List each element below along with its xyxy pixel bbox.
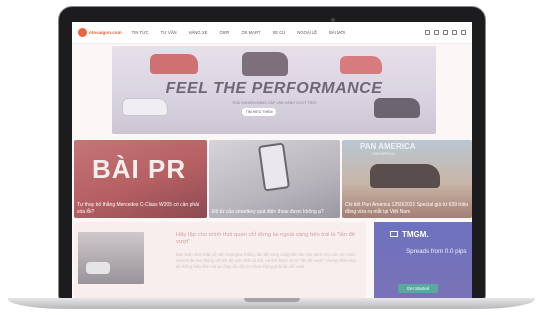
nav-item-ospi[interactable]: OSPI: [219, 30, 229, 35]
ad-text: Spreads from 0.0 pips: [406, 248, 467, 255]
nav-item-xe-cu[interactable]: XE CŨ: [272, 30, 285, 35]
nav-item-hang-xe[interactable]: HÃNG XE: [189, 30, 208, 35]
ad-button[interactable]: Get Started: [398, 284, 438, 293]
logo-text: otosaigon.com: [89, 30, 122, 35]
ad-brand: TMGM.: [402, 230, 429, 239]
search-icon[interactable]: [461, 30, 466, 35]
card-title[interactable]: Chi tiết Pan America 1250/2021 Special g…: [345, 202, 469, 215]
user-icon[interactable]: [452, 30, 457, 35]
nav-item-tu-van[interactable]: TƯ VẤN: [161, 30, 177, 35]
banner-subline: TRẢI NGHIỆM ĐẲNG CẤP VẬN HÀNH VƯỢT TRỘI: [231, 101, 317, 105]
banner-button[interactable]: TÌM HIỂU THÊM: [242, 108, 276, 116]
side-ad[interactable]: TMGM. Spreads from 0.0 pips Get Started: [374, 222, 472, 298]
nav-item-tin-tuc[interactable]: TIN TỨC: [132, 30, 149, 35]
bell-icon[interactable]: [443, 30, 448, 35]
phone-image: [257, 142, 291, 192]
laptop-notch: [244, 298, 300, 302]
ad-banner[interactable]: FEEL THE PERFORMANCE TRẢI NGHIỆM ĐẲNG CẤ…: [112, 46, 436, 134]
car-image: [150, 54, 198, 74]
top-nav: otosaigon.com TIN TỨC TƯ VẤN HÃNG XE OSP…: [72, 22, 472, 44]
card-overlay-sub: 1250 SPECIAL: [372, 152, 396, 156]
featured-card[interactable]: Độ từ của smartkey quá điện thoại được k…: [209, 140, 340, 218]
article-excerpt: Bạn luôn nhớ chắc về vấn hoạt giao thông…: [176, 252, 357, 270]
mail-icon[interactable]: [434, 30, 439, 35]
article-title[interactable]: Hãy tập cho mình thói quen chỉ dừng lại …: [176, 232, 362, 247]
featured-card[interactable]: PAN AMERICA 1250 SPECIAL Chi tiết Pan Am…: [342, 140, 472, 218]
article-thumbnail[interactable]: [78, 232, 144, 284]
nav-item-bai-moi[interactable]: BÀI MỚI: [329, 30, 345, 35]
car-image: [86, 262, 110, 274]
moon-icon[interactable]: [425, 30, 430, 35]
motorbike-image: [370, 164, 440, 188]
logo-icon: [78, 28, 87, 37]
card-title[interactable]: Tự thay bố thắng Mercedes C-Class W205 c…: [77, 202, 201, 215]
nav-icons: [425, 30, 466, 35]
car-image: [242, 52, 288, 76]
nav-item-os-mart[interactable]: OS MART: [241, 30, 260, 35]
banner-headline: FEEL THE PERFORMANCE: [165, 80, 383, 97]
car-image: [340, 56, 382, 74]
tmgm-logo-icon: [390, 231, 398, 237]
featured-card[interactable]: BÀI PR Tự thay bố thắng Mercedes C-Class…: [74, 140, 207, 218]
card-title[interactable]: Độ từ của smartkey quá điện thoại được k…: [212, 209, 336, 215]
article-item[interactable]: Hãy tập cho mình thói quen chỉ dừng lại …: [74, 222, 366, 298]
site-logo[interactable]: otosaigon.com: [78, 28, 122, 37]
laptop-screen: otosaigon.com TIN TỨC TƯ VẤN HÃNG XE OSP…: [72, 22, 472, 298]
card-overlay-text: BÀI PR: [92, 154, 187, 184]
nav-item-ngoai-le[interactable]: NGOÀI LỀ: [297, 30, 317, 35]
card-overlay-text: PAN AMERICA: [360, 142, 416, 151]
